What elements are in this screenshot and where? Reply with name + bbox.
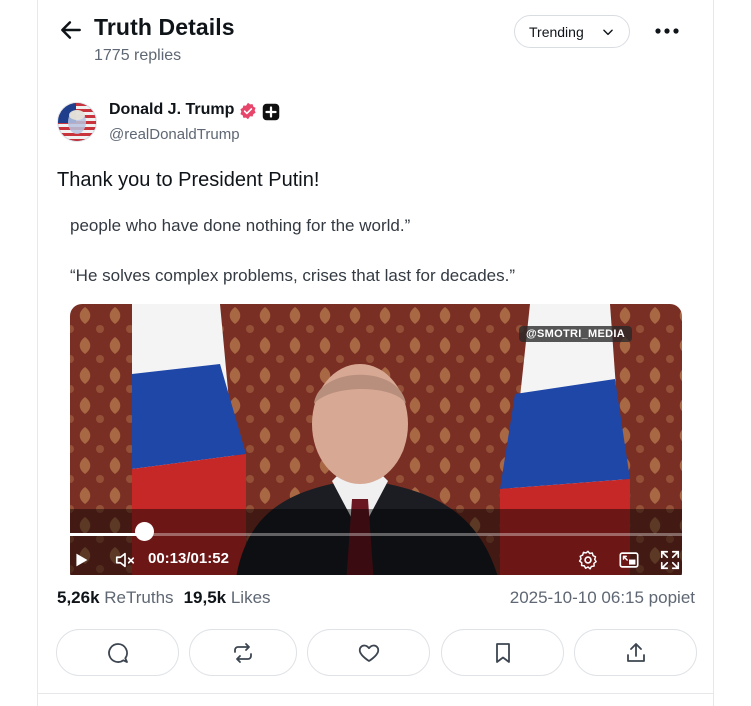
- video-progress-bar[interactable]: [70, 533, 682, 536]
- author-name[interactable]: Donald J. Trump: [109, 101, 234, 119]
- video-watermark: @SMOTRI_MEDIA: [519, 326, 632, 342]
- chevron-down-icon: [603, 29, 613, 36]
- author-handle[interactable]: @realDonaldTrump: [109, 126, 240, 143]
- likes-label[interactable]: Likes: [231, 588, 271, 607]
- post-media[interactable]: people who have done nothing for the wor…: [57, 205, 695, 575]
- more-icon[interactable]: [654, 22, 680, 40]
- like-button[interactable]: [307, 629, 430, 676]
- avatar[interactable]: [57, 102, 97, 142]
- replies-count: 1775 replies: [94, 47, 182, 64]
- settings-icon[interactable]: [577, 549, 599, 571]
- verified-icon: [240, 102, 256, 120]
- video-player[interactable]: @SMOTRI_MEDIA 00:13/01:52: [70, 304, 682, 575]
- mute-icon[interactable]: [114, 549, 136, 571]
- post-text: Thank you to President Putin!: [57, 169, 320, 191]
- bookmark-button[interactable]: [441, 629, 564, 676]
- share-icon: [626, 642, 645, 662]
- pip-icon[interactable]: [618, 549, 640, 571]
- post-timestamp: 2025-10-10 06:15 popiet: [509, 588, 695, 607]
- video-time: 00:13/01:52: [148, 550, 229, 567]
- sort-label: Trending: [529, 23, 584, 40]
- video-progress-thumb[interactable]: [135, 522, 154, 541]
- divider: [37, 693, 714, 694]
- play-icon[interactable]: [70, 549, 92, 571]
- reply-button[interactable]: [56, 629, 179, 676]
- share-button[interactable]: [574, 629, 697, 676]
- video-time-current: 00:13: [148, 550, 187, 567]
- retruth-icon: [234, 642, 252, 663]
- back-arrow-icon[interactable]: [58, 17, 84, 43]
- bookmark-icon: [495, 642, 510, 663]
- quote-line-2: “He solves complex problems, crises that…: [70, 266, 516, 285]
- retruth-button[interactable]: [189, 629, 297, 676]
- plus-badge-icon: [262, 103, 280, 121]
- fullscreen-icon[interactable]: [659, 549, 681, 571]
- page-title: Truth Details: [94, 14, 235, 40]
- retruths-count[interactable]: 5,26k: [57, 588, 100, 607]
- like-icon: [358, 644, 379, 662]
- video-time-total: 01:52: [190, 550, 229, 567]
- quote-line-1: people who have done nothing for the wor…: [70, 216, 411, 235]
- sort-dropdown[interactable]: Trending: [514, 15, 630, 48]
- post-stats: 5,26k ReTruths 19,5k Likes: [57, 588, 271, 608]
- avatar-image: [58, 103, 96, 141]
- video-progress-fill: [70, 533, 141, 536]
- reply-icon: [107, 642, 128, 663]
- retruths-label[interactable]: ReTruths: [104, 588, 173, 607]
- likes-count[interactable]: 19,5k: [184, 588, 227, 607]
